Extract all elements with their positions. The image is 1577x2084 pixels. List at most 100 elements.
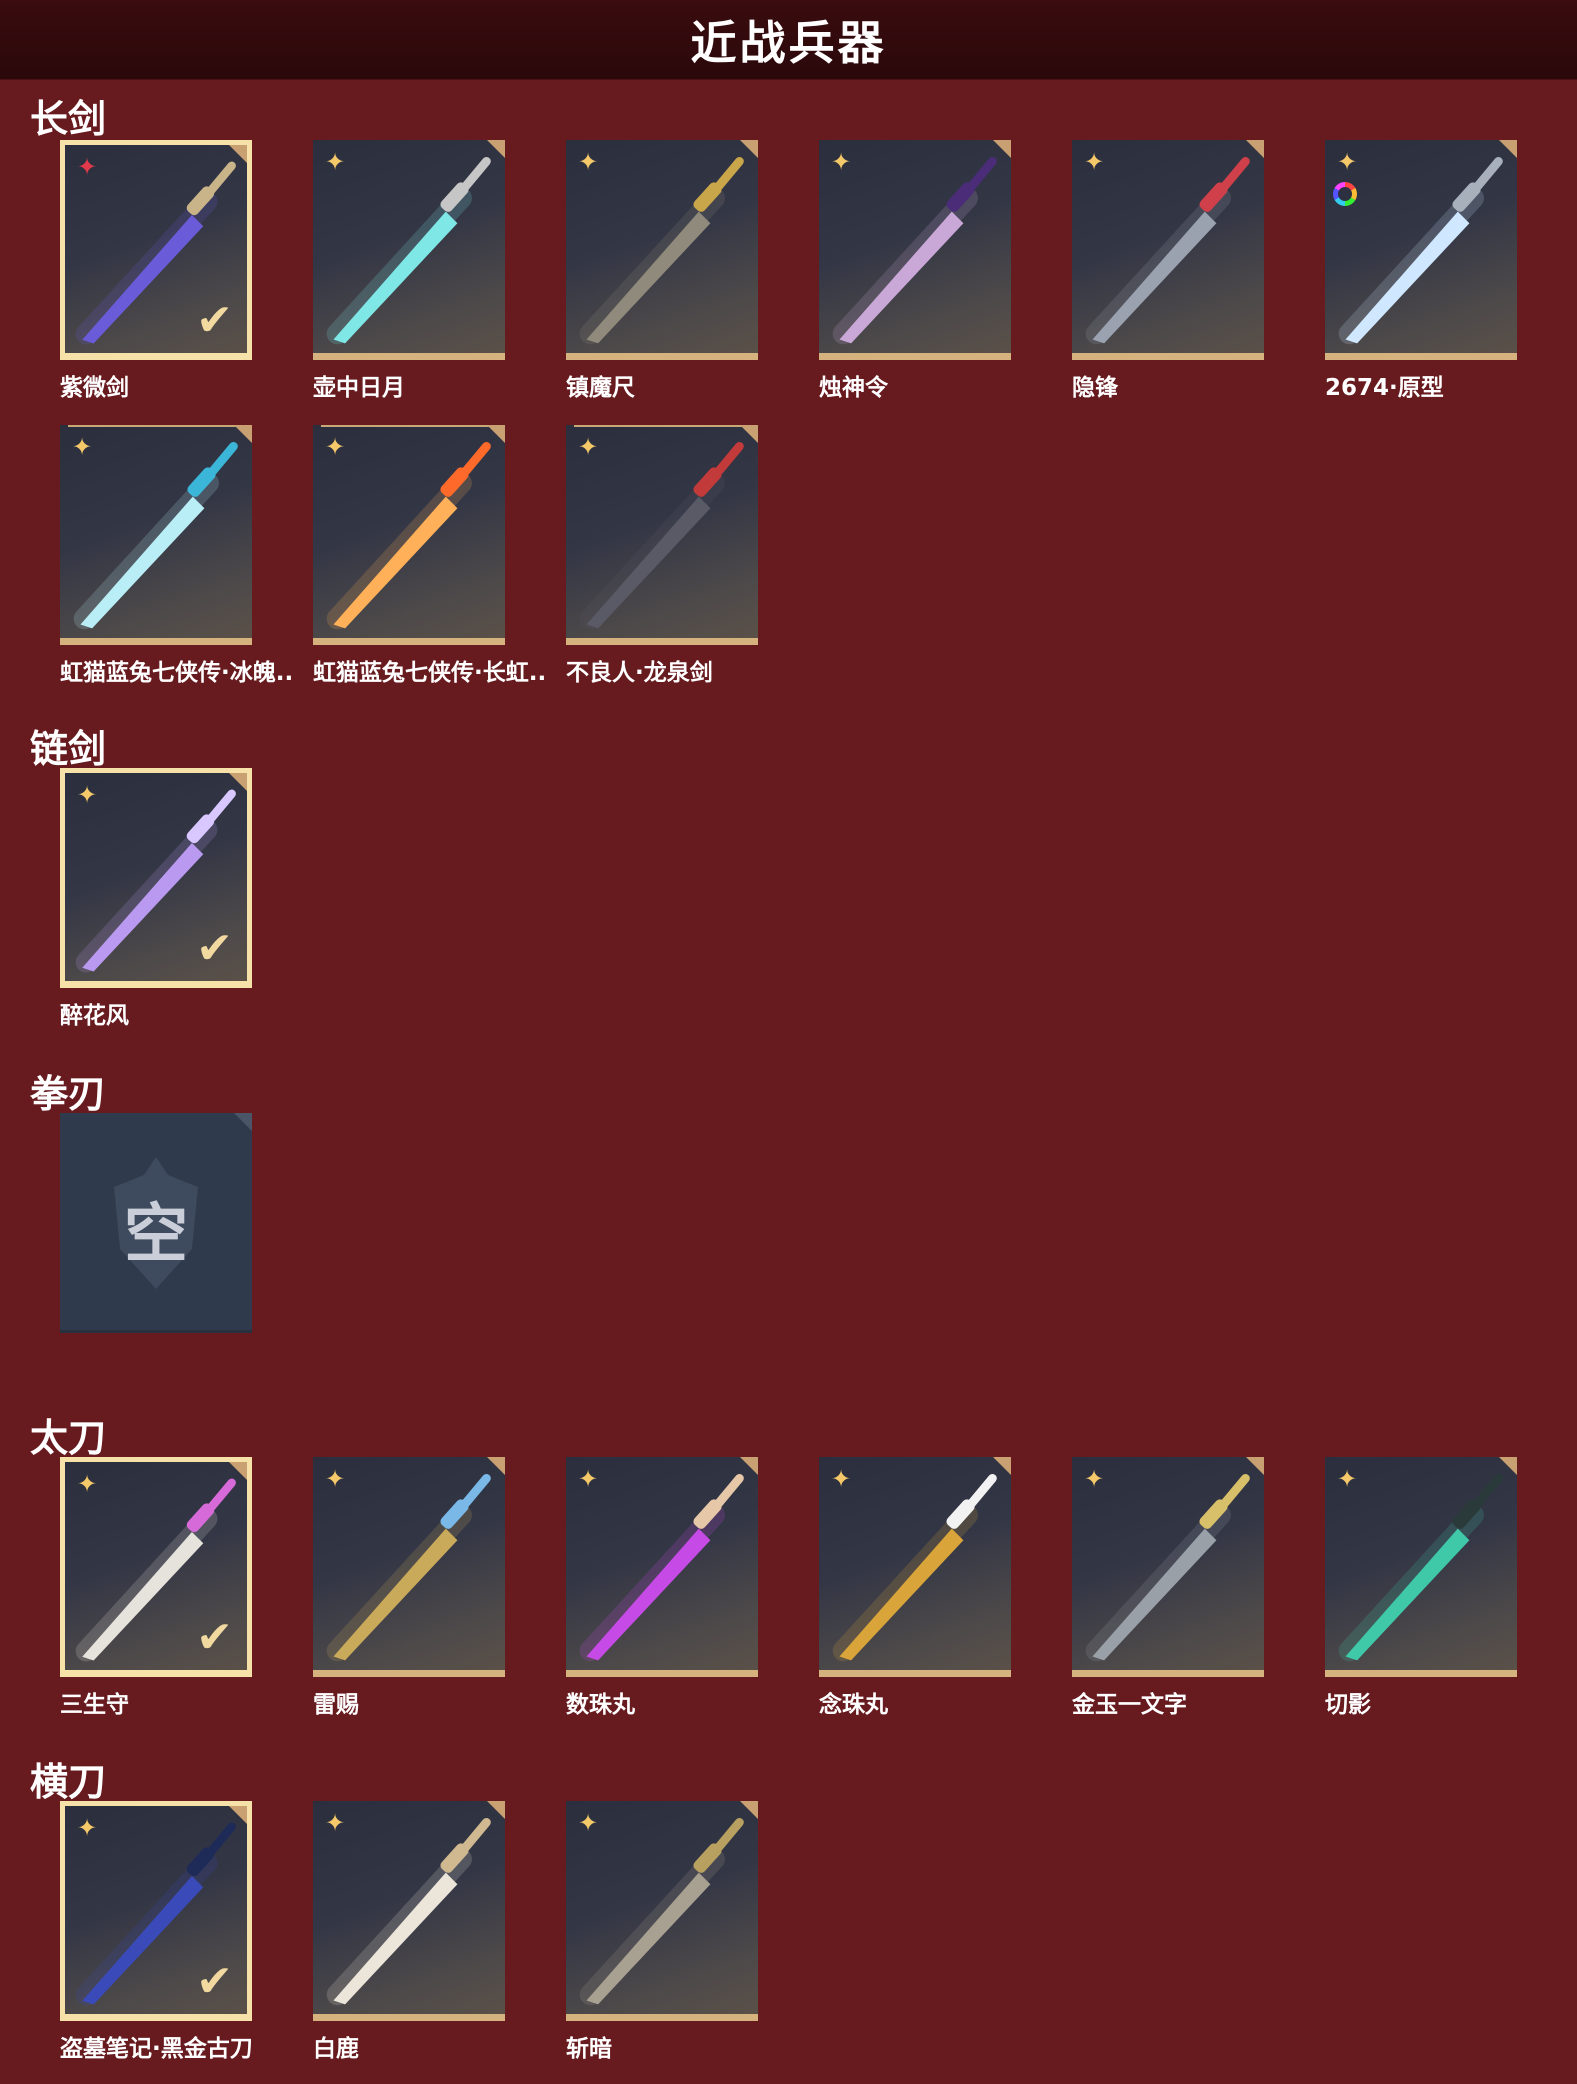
weapon-card[interactable]: ✦ ✔ <box>60 1801 252 2021</box>
weapon-card[interactable]: ✦ <box>566 1457 758 1677</box>
weapon-item[interactable]: ✦ 金玉一文字 <box>1072 1457 1268 1719</box>
star-badge-icon: ✦ <box>1336 148 1358 176</box>
weapon-item[interactable]: ✦ 虹猫蓝兔七侠传·长虹.. <box>313 425 546 687</box>
section-title: 拳刃 <box>30 1072 107 1116</box>
weapon-name: 隐锋 <box>1072 375 1118 401</box>
weapon-item[interactable]: ✦ ✔ 紫微剑 <box>60 140 256 402</box>
corner-tab-icon <box>229 773 247 791</box>
star-badge-icon: ✦ <box>577 433 599 461</box>
corner-tab-icon <box>234 1113 252 1131</box>
weapon-item[interactable]: ✦ 斩暗 <box>566 1801 762 2063</box>
weapon-item[interactable]: ✦ 烛神令 <box>819 140 1015 402</box>
star-badge-icon: ✦ <box>324 1465 346 1493</box>
star-badge-icon: ✦ <box>577 148 599 176</box>
weapon-name: 数珠丸 <box>566 1692 635 1718</box>
corner-tab-icon <box>740 140 758 158</box>
star-badge-icon: ✦ <box>1083 1465 1105 1493</box>
weapon-card[interactable]: ✦ <box>313 1801 505 2021</box>
weapon-name: 斩暗 <box>566 2036 612 2062</box>
star-badge-icon: ✦ <box>76 153 98 181</box>
color-wheel-icon <box>1333 182 1357 206</box>
weapon-name: 烛神令 <box>819 375 888 401</box>
weapon-item[interactable]: ✦ 壶中日月 <box>313 140 509 402</box>
weapon-name: 雷赐 <box>313 1692 359 1718</box>
weapon-name: 紫微剑 <box>60 375 129 401</box>
weapon-card[interactable]: ✦ <box>1325 140 1517 360</box>
weapon-card[interactable]: ✦ <box>1072 1457 1264 1677</box>
weapon-item[interactable]: ✦ 念珠丸 <box>819 1457 1015 1719</box>
weapon-name: 不良人·龙泉剑 <box>566 660 713 686</box>
weapon-card[interactable]: ✦ <box>819 140 1011 360</box>
weapon-item[interactable]: ✦ 白鹿 <box>313 1801 509 2063</box>
weapon-item[interactable]: ✦ 虹猫蓝兔七侠传·冰魄.. <box>60 425 294 687</box>
corner-tab-icon <box>229 1806 247 1824</box>
weapon-card[interactable]: ✦ ✔ <box>60 140 252 360</box>
corner-tab-icon <box>487 1801 505 1819</box>
star-badge-icon: ✦ <box>71 433 93 461</box>
section-title: 链剑 <box>30 727 107 771</box>
weapon-item[interactable]: ✦ 镇魔尺 <box>566 140 762 402</box>
section-title: 横刀 <box>30 1760 107 1804</box>
section-title: 长剑 <box>30 97 107 141</box>
star-badge-icon: ✦ <box>577 1465 599 1493</box>
weapon-item[interactable]: ✦ ✔ 盗墓笔记·黑金古刀 <box>60 1801 256 2063</box>
checkmark-icon: ✔ <box>196 1612 233 1663</box>
checkmark-icon: ✔ <box>196 1956 233 2007</box>
corner-tab-icon <box>1499 1457 1517 1475</box>
corner-tab-icon <box>234 425 252 443</box>
star-badge-icon: ✦ <box>76 1814 98 1842</box>
weapon-card[interactable]: ✦ <box>566 140 758 360</box>
weapon-item[interactable]: ✦ 不良人·龙泉剑 <box>566 425 762 687</box>
empty-slot-card[interactable]: 空 <box>60 1113 252 1333</box>
corner-tab-icon <box>229 145 247 163</box>
weapon-card[interactable]: ✦ <box>1072 140 1264 360</box>
corner-tab-icon <box>229 1462 247 1480</box>
weapon-name: 白鹿 <box>313 2036 359 2062</box>
weapon-name: 切影 <box>1325 1692 1371 1718</box>
weapon-name: 念珠丸 <box>819 1692 888 1718</box>
weapon-item[interactable]: ✦ 切影 <box>1325 1457 1521 1719</box>
corner-tab-icon <box>993 1457 1011 1475</box>
page-title: 近战兵器 <box>690 15 887 70</box>
weapon-card[interactable]: ✦ <box>566 1801 758 2021</box>
weapon-item[interactable]: ✦ 数珠丸 <box>566 1457 762 1719</box>
weapon-name: 三生守 <box>60 1692 129 1718</box>
star-badge-icon: ✦ <box>324 1809 346 1837</box>
weapon-name: 壶中日月 <box>313 375 405 401</box>
corner-tab-icon <box>1246 140 1264 158</box>
weapon-item[interactable]: ✦ ✔ 三生守 <box>60 1457 256 1719</box>
weapon-card[interactable]: ✦ <box>566 425 758 645</box>
corner-tab-icon <box>487 425 505 443</box>
weapon-card[interactable]: ✦ <box>313 140 505 360</box>
weapon-card[interactable]: ✦ ✔ <box>60 768 252 988</box>
weapon-card[interactable]: ✦ <box>313 425 505 645</box>
weapon-card[interactable]: ✦ <box>819 1457 1011 1677</box>
empty-slot[interactable]: 空 <box>60 1113 256 1333</box>
star-badge-icon: ✦ <box>830 1465 852 1493</box>
weapon-name: 镇魔尺 <box>566 375 635 401</box>
weapon-name: 虹猫蓝兔七侠传·冰魄.. <box>60 660 294 686</box>
star-badge-icon: ✦ <box>324 148 346 176</box>
weapon-card[interactable]: ✦ <box>313 1457 505 1677</box>
star-badge-icon: ✦ <box>830 148 852 176</box>
star-badge-icon: ✦ <box>1083 148 1105 176</box>
corner-tab-icon <box>740 1457 758 1475</box>
star-badge-icon: ✦ <box>76 1470 98 1498</box>
weapon-item[interactable]: ✦ ✔ 醉花风 <box>60 768 256 1030</box>
weapon-item[interactable]: ✦ 雷赐 <box>313 1457 509 1719</box>
title-bar: 近战兵器 <box>0 0 1577 80</box>
empty-slot-text: 空 <box>124 1198 188 1272</box>
weapon-card[interactable]: ✦ ✔ <box>60 1457 252 1677</box>
weapon-card[interactable]: ✦ <box>1325 1457 1517 1677</box>
star-badge-icon: ✦ <box>577 1809 599 1837</box>
star-badge-icon: ✦ <box>1336 1465 1358 1493</box>
weapon-card[interactable]: ✦ <box>60 425 252 645</box>
section-title: 太刀 <box>30 1416 107 1460</box>
star-badge-icon: ✦ <box>324 433 346 461</box>
weapon-item[interactable]: ✦ 隐锋 <box>1072 140 1268 402</box>
checkmark-icon: ✔ <box>196 295 233 346</box>
checkmark-icon: ✔ <box>196 923 233 974</box>
weapon-item[interactable]: ✦ 2674·原型 <box>1325 140 1521 402</box>
corner-tab-icon <box>1246 1457 1264 1475</box>
corner-tab-icon <box>487 140 505 158</box>
